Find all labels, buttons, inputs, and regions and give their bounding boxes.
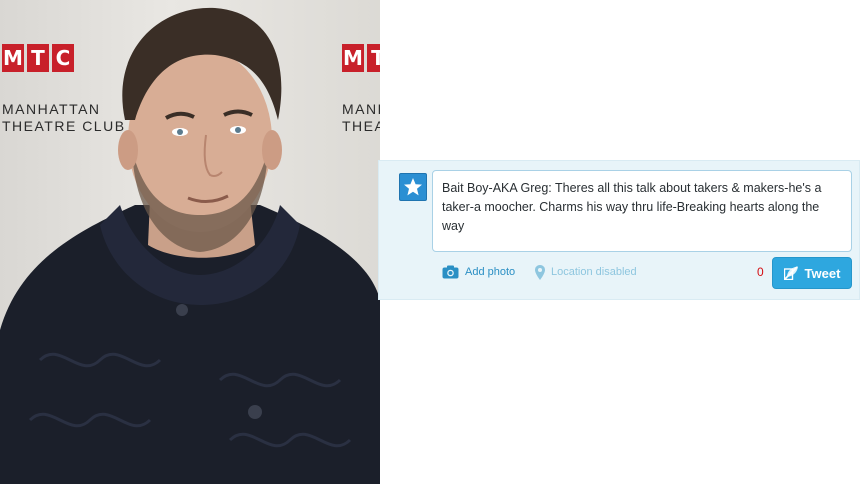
location-label: Location disabled	[551, 266, 637, 278]
tweet-textarea[interactable]: Bait Boy-AKA Greg: Theres all this talk …	[432, 170, 852, 252]
avatar[interactable]	[399, 173, 427, 201]
add-photo-button[interactable]: Add photo	[442, 262, 515, 282]
camera-icon	[442, 265, 459, 279]
location-toggle[interactable]: Location disabled	[535, 262, 637, 282]
star-icon	[404, 178, 422, 196]
tweet-button-label: Tweet	[804, 265, 841, 281]
photo: M T C MANHATTAN THEATRE CLUB M T C MANHA…	[0, 0, 380, 484]
page: M T C MANHATTAN THEATRE CLUB M T C MANHA…	[0, 0, 860, 484]
add-photo-label: Add photo	[465, 266, 516, 278]
location-pin-icon	[535, 264, 545, 280]
quill-icon	[783, 266, 798, 280]
tweet-button[interactable]: Tweet	[772, 257, 852, 289]
person-illustration	[0, 7, 380, 484]
character-count: 0	[757, 265, 764, 279]
tweet-composer: Bait Boy-AKA Greg: Theres all this talk …	[378, 160, 860, 300]
